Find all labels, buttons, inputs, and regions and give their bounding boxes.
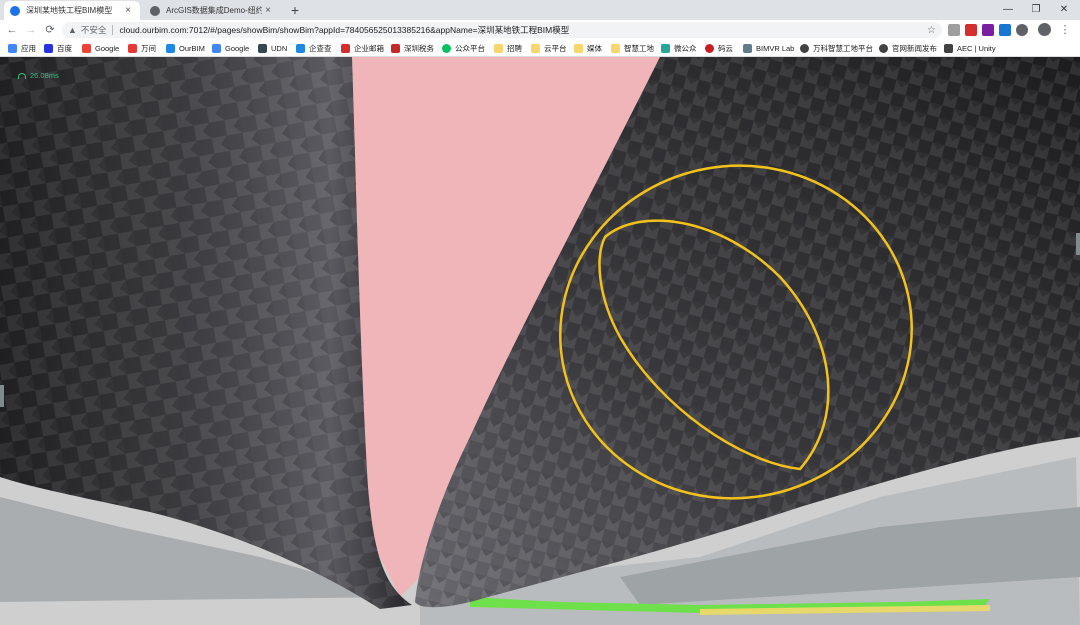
reload-button[interactable]: ⟳	[42, 22, 58, 38]
new-tab-button[interactable]: +	[287, 2, 303, 18]
extension-icon[interactable]	[999, 24, 1011, 36]
bookmark-folder[interactable]: 媒体	[574, 42, 602, 55]
wechat-icon	[442, 44, 451, 53]
bookmark-item[interactable]: 官网新闻发布	[879, 42, 937, 55]
menu-kebab-icon[interactable]: ⋮	[1058, 22, 1072, 38]
gitee-icon	[705, 44, 714, 53]
ourbim-icon	[166, 44, 175, 53]
url-text[interactable]: cloud.ourbim.com:7012/#/pages/showBim/sh…	[119, 24, 569, 36]
page-icon	[743, 44, 752, 53]
extension-icon[interactable]	[948, 24, 960, 36]
forward-button[interactable]: →	[23, 22, 39, 38]
tab-inactive[interactable]: ArcGIS数据集成Demo-纽约市 ×	[144, 1, 280, 20]
left-panel-handle[interactable]	[0, 385, 4, 407]
bookmark-item[interactable]: OurBIM	[166, 42, 205, 55]
bookmarks-bar: 应用 百度 Google 万间 OurBIM Google UDN 企查查 企业…	[0, 40, 1080, 57]
puzzle-extensions-icon[interactable]	[1016, 24, 1028, 36]
bookmark-item[interactable]: 公众平台	[442, 42, 485, 55]
bookmark-apps[interactable]: 应用	[8, 42, 36, 55]
tab-title: ArcGIS数据集成Demo-纽约市	[166, 6, 262, 15]
security-status[interactable]: 不安全	[81, 24, 107, 36]
maximize-button[interactable]: ❐	[1022, 0, 1050, 20]
tax-icon	[391, 44, 400, 53]
bookmark-item[interactable]: 万间	[128, 42, 156, 55]
folder-icon	[494, 44, 503, 53]
tab-title: 深圳某地铁工程BIM模型	[26, 6, 113, 15]
minimize-button[interactable]: —	[994, 0, 1022, 20]
fps-text: 26.08ms	[30, 71, 59, 80]
tab-active[interactable]: 深圳某地铁工程BIM模型 ×	[4, 1, 140, 20]
bookmark-item[interactable]: 企业邮箱	[341, 42, 384, 55]
bookmark-item[interactable]: 万科智慧工地平台	[800, 42, 873, 55]
folder-icon	[574, 44, 583, 53]
apps-grid-icon	[8, 44, 17, 53]
fps-indicator: 26.08ms	[18, 71, 59, 80]
tab-close-icon[interactable]: ×	[262, 5, 274, 16]
tab-favicon-icon	[150, 5, 160, 16]
bookmark-item[interactable]: UDN	[258, 42, 287, 55]
tab-close-icon[interactable]: ×	[122, 5, 134, 16]
close-window-button[interactable]: ✕	[1050, 0, 1078, 20]
bookmark-item[interactable]: 深圳税务	[391, 42, 434, 55]
tab-strip: 深圳某地铁工程BIM模型 × ArcGIS数据集成Demo-纽约市 × + — …	[0, 0, 1080, 20]
bookmark-item[interactable]: 企查查	[296, 42, 332, 55]
folder-icon	[531, 44, 540, 53]
profile-avatar-icon[interactable]	[1038, 23, 1051, 36]
bookmark-item[interactable]: 码云	[705, 42, 733, 55]
globe-icon	[800, 44, 809, 53]
qichacha-icon	[296, 44, 305, 53]
bookmark-item[interactable]: Google	[82, 42, 119, 55]
right-panel-handle[interactable]	[1076, 233, 1080, 255]
bookmark-folder[interactable]: 云平台	[531, 42, 567, 55]
bookmark-folder[interactable]: 招聘	[494, 42, 522, 55]
bookmark-item[interactable]: 微公众	[661, 42, 697, 55]
folder-icon	[611, 44, 620, 53]
bookmark-item[interactable]: BIMVR Lab	[743, 42, 794, 55]
mail-icon	[341, 44, 350, 53]
address-bar[interactable]: ▲ 不安全 cloud.ourbim.com:7012/#/pages/show…	[62, 22, 942, 38]
warning-icon: ▲	[68, 25, 77, 35]
tab-favicon-icon	[10, 5, 20, 16]
unity-icon	[944, 44, 953, 53]
wanjian-icon	[128, 44, 137, 53]
google-icon	[82, 44, 91, 53]
globe-icon	[879, 44, 888, 53]
extension-icon[interactable]	[982, 24, 994, 36]
browser-toolbar: ← → ⟳ ▲ 不安全 cloud.ourbim.com:7012/#/page…	[0, 20, 1080, 40]
udn-icon	[258, 44, 267, 53]
bookmark-item[interactable]: AEC | Unity	[944, 42, 996, 55]
bookmark-star-icon[interactable]: ☆	[927, 25, 936, 36]
bim-3d-viewport[interactable]: 26.08ms	[0, 57, 1080, 625]
google-icon	[212, 44, 221, 53]
bim-scene-canvas[interactable]	[0, 57, 1080, 625]
wei-icon	[661, 44, 670, 53]
baidu-icon	[44, 44, 53, 53]
signal-icon	[18, 72, 26, 79]
back-button[interactable]: ←	[4, 22, 20, 38]
omnibox-divider	[112, 25, 114, 35]
pdf-extension-icon[interactable]	[965, 24, 977, 36]
bookmark-item[interactable]: Google	[212, 42, 249, 55]
bookmark-item[interactable]: 百度	[44, 42, 72, 55]
bookmark-folder[interactable]: 智慧工地	[611, 42, 654, 55]
